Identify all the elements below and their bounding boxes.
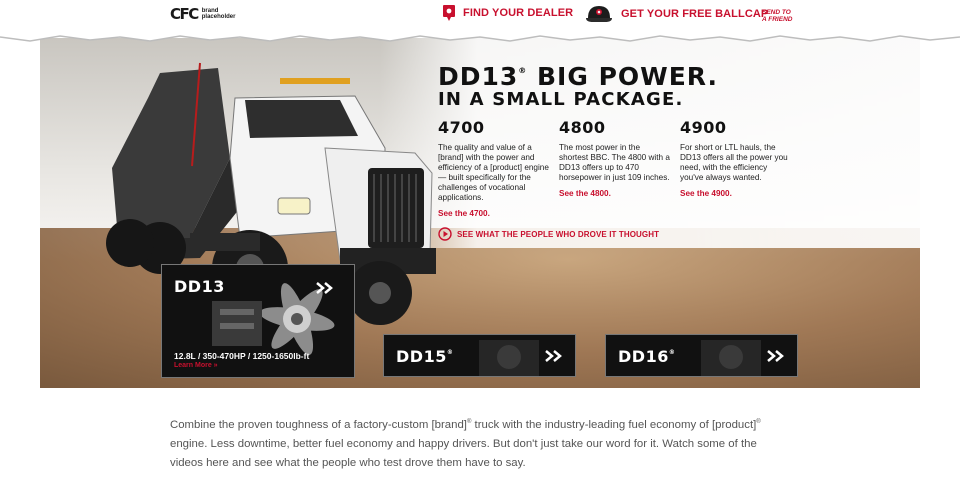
engine-card-title: DD16® bbox=[618, 347, 675, 366]
model-4700: 4700 The quality and value of a [brand] … bbox=[438, 118, 559, 221]
engine-reg-mark: ® bbox=[446, 349, 454, 356]
engine-card-dd13[interactable]: DD13 12.8L / 350-470HP / 1250-1650lb-ft … bbox=[161, 264, 355, 378]
see-4800-link[interactable]: See the 4800. bbox=[559, 189, 611, 198]
headline-reg-mark: ® bbox=[518, 66, 528, 75]
hero-banner: DD13® BIG POWER. IN A SMALL PACKAGE. 470… bbox=[40, 38, 920, 388]
find-dealer-label: FIND YOUR DEALER bbox=[463, 7, 574, 19]
model-description: The most power in the shortest BBC. The … bbox=[559, 143, 670, 182]
play-circle-icon bbox=[438, 227, 452, 241]
intro-text-b: truck with the industry-leading fuel eco… bbox=[471, 418, 757, 431]
model-description: For short or LTL hauls, the DD13 offers … bbox=[680, 143, 788, 182]
logo-subtext: brand placeholder bbox=[201, 8, 236, 20]
send-to-friend-line2: A FRIEND bbox=[762, 16, 793, 23]
hero-headline: DD13® BIG POWER. IN A SMALL PACKAGE. bbox=[438, 58, 718, 110]
see-driver-reviews-link[interactable]: SEE WHAT THE PEOPLE WHO DROVE IT THOUGHT bbox=[438, 227, 659, 241]
engine-card-dd15[interactable]: DD15® bbox=[383, 334, 576, 377]
intro-text-a: Combine the proven toughness of a factor… bbox=[170, 418, 467, 431]
model-4900: 4900 For short or LTL hauls, the DD13 of… bbox=[680, 118, 801, 221]
brand-logo[interactable]: CFC brand placeholder bbox=[170, 5, 236, 23]
engine-specs: 12.8L / 350-470HP / 1250-1650lb-ft bbox=[174, 351, 310, 361]
chevron-double-right-icon bbox=[767, 350, 784, 362]
model-description: The quality and value of a [brand] with … bbox=[438, 143, 549, 202]
send-to-friend-line1: SEND TO bbox=[762, 9, 791, 16]
engine-name: DD16 bbox=[618, 347, 669, 366]
headline-line1: DD13® BIG POWER. bbox=[438, 58, 718, 90]
headline-line2: IN A SMALL PACKAGE. bbox=[438, 89, 684, 110]
model-number: 4800 bbox=[559, 118, 606, 137]
free-ballcap-label: GET YOUR FREE BALLCAP bbox=[621, 8, 769, 20]
see-4700-link[interactable]: See the 4700. bbox=[438, 209, 490, 218]
see-driver-reviews-label: SEE WHAT THE PEOPLE WHO DROVE IT THOUGHT bbox=[457, 229, 660, 239]
see-4900-link[interactable]: See the 4900. bbox=[680, 189, 732, 198]
intro-paragraph: Combine the proven toughness of a factor… bbox=[170, 413, 790, 473]
top-navigation-bar: CFC brand placeholder FIND YOUR DEALER G… bbox=[0, 0, 960, 36]
logo-subtext-line2: placeholder bbox=[201, 14, 236, 20]
headline-big-power: BIG POWER. bbox=[527, 62, 719, 91]
ballcap-icon bbox=[585, 3, 613, 25]
model-number: 4700 bbox=[438, 118, 485, 137]
send-to-friend-link[interactable]: SEND TO A FRIEND bbox=[762, 9, 802, 23]
free-ballcap-link[interactable]: GET YOUR FREE BALLCAP bbox=[585, 3, 768, 25]
intro-text-c: engine. Less downtime, better fuel econo… bbox=[170, 437, 757, 469]
model-4800: 4800 The most power in the shortest BBC.… bbox=[559, 118, 680, 221]
engine-card-title: DD15® bbox=[396, 347, 453, 366]
chevron-double-right-icon bbox=[316, 282, 333, 294]
model-number: 4900 bbox=[680, 118, 727, 137]
find-dealer-link[interactable]: FIND YOUR DEALER bbox=[443, 5, 573, 21]
engine-image bbox=[701, 340, 761, 376]
engine-name: DD13 bbox=[174, 277, 225, 296]
pin-icon bbox=[443, 5, 455, 21]
logo-wordmark: CFC bbox=[170, 5, 199, 23]
engine-name: DD15 bbox=[396, 347, 447, 366]
torn-paper-edge bbox=[0, 32, 960, 42]
truck-models: 4700 The quality and value of a [brand] … bbox=[438, 118, 801, 221]
intro-reg-2: ® bbox=[756, 419, 761, 425]
chevron-double-right-icon bbox=[545, 350, 562, 362]
engine-image bbox=[479, 340, 539, 376]
engine-reg-mark: ® bbox=[668, 349, 676, 356]
engine-card-title: DD13 bbox=[174, 277, 225, 296]
learn-more-link[interactable]: Learn More » bbox=[174, 362, 218, 369]
engine-card-dd16[interactable]: DD16® bbox=[605, 334, 798, 377]
headline-engine: DD13 bbox=[438, 62, 519, 91]
